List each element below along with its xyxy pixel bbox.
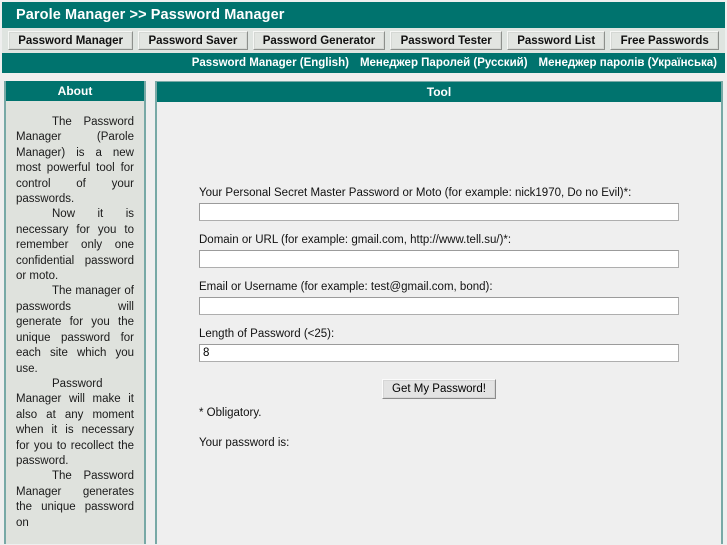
nav-button-password-generator[interactable]: Password Generator bbox=[252, 31, 386, 50]
page-root: Parole Manager >> Password Manager Passw… bbox=[0, 0, 727, 545]
email-username-label: Email or Username (for example: test@gma… bbox=[199, 281, 493, 293]
master-password-label: Your Personal Secret Master Password or … bbox=[199, 187, 632, 199]
password-result-label: Your password is: bbox=[199, 437, 290, 449]
tool-panel-body: Your Personal Secret Master Password or … bbox=[157, 102, 721, 544]
field-group-domain-url: Domain or URL (for example: gmail.com, h… bbox=[199, 234, 679, 268]
password-form: Your Personal Secret Master Password or … bbox=[157, 102, 721, 449]
about-paragraph: The Password Manager generates the uniqu… bbox=[16, 470, 134, 529]
password-length-input[interactable] bbox=[199, 344, 679, 362]
get-my-password-button[interactable]: Get My Password! bbox=[382, 379, 496, 399]
about-sidebar-body: The Password Manager (Parole Manager) is… bbox=[6, 101, 144, 544]
tool-panel-heading: Tool bbox=[157, 82, 721, 102]
domain-url-input[interactable] bbox=[199, 250, 679, 268]
language-link-english[interactable]: Password Manager (English) bbox=[192, 57, 349, 69]
language-link-russian[interactable]: Менеджер Паролей (Русский) bbox=[360, 57, 528, 69]
about-paragraph: Password Manager will make it also at an… bbox=[16, 377, 134, 467]
password-length-label: Length of Password (<25): bbox=[199, 328, 335, 340]
about-paragraph: The Password Manager (Parole Manager) is… bbox=[16, 116, 134, 206]
language-link-ukrainian[interactable]: Менеджер паролів (Українська) bbox=[539, 57, 717, 69]
about-paragraph: The manager of passwords will generate f… bbox=[16, 285, 134, 375]
domain-url-label: Domain or URL (for example: gmail.com, h… bbox=[199, 234, 512, 246]
nav-button-password-list[interactable]: Password List bbox=[506, 31, 606, 50]
field-group-master-password: Your Personal Secret Master Password or … bbox=[199, 187, 679, 221]
main-navigation: Password Manager Password Saver Password… bbox=[0, 28, 727, 53]
nav-button-password-saver[interactable]: Password Saver bbox=[138, 31, 248, 50]
field-group-email-username: Email or Username (for example: test@gma… bbox=[199, 281, 679, 315]
master-password-input[interactable] bbox=[199, 203, 679, 221]
about-paragraph: Now it is necessary for you to remember … bbox=[16, 208, 134, 283]
language-bar: Password Manager (English) Менеджер Паро… bbox=[0, 53, 727, 75]
content-columns: About The Password Manager (Parole Manag… bbox=[0, 75, 727, 545]
nav-button-free-passwords[interactable]: Free Passwords bbox=[610, 31, 719, 50]
field-group-password-length: Length of Password (<25): bbox=[199, 328, 679, 362]
about-panel-heading: About bbox=[6, 81, 144, 101]
title-bar: Parole Manager >> Password Manager bbox=[0, 0, 727, 28]
page-title: Parole Manager >> Password Manager bbox=[16, 7, 285, 23]
obligatory-note: * Obligatory. bbox=[199, 407, 262, 419]
nav-button-password-manager[interactable]: Password Manager bbox=[8, 31, 134, 50]
about-sidebar: About The Password Manager (Parole Manag… bbox=[4, 81, 146, 544]
email-username-input[interactable] bbox=[199, 297, 679, 315]
nav-button-password-tester[interactable]: Password Tester bbox=[390, 31, 502, 50]
submit-row: Get My Password! bbox=[199, 379, 679, 399]
tool-panel: Tool Your Personal Secret Master Passwor… bbox=[155, 81, 723, 544]
